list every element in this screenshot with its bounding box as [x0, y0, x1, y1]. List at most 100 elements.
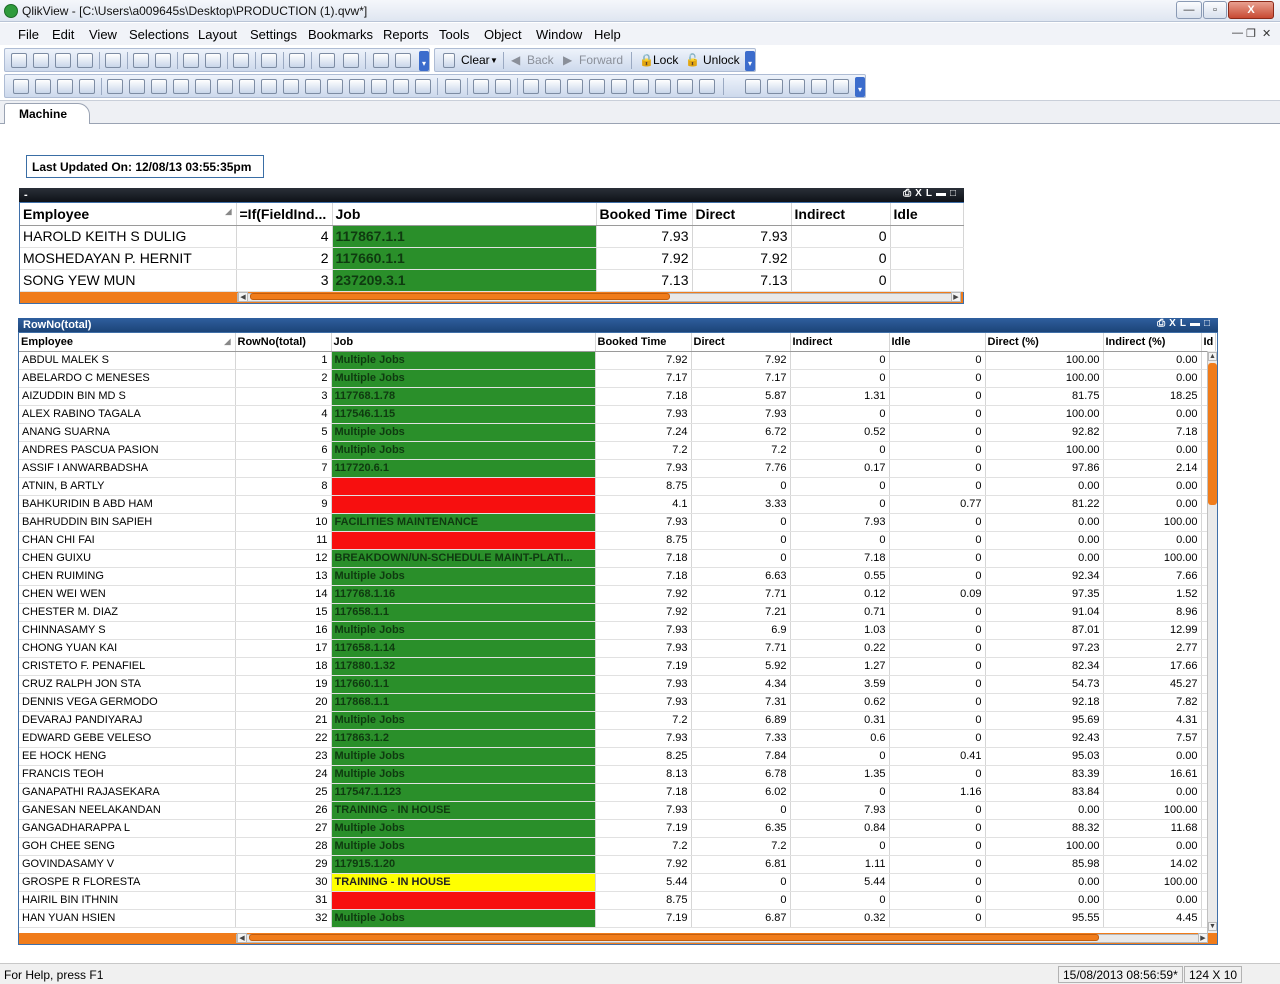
- table-cell[interactable]: 117915.1.20: [331, 855, 596, 874]
- table-row[interactable]: CHEN GUIXU 12 BREAKDOWN/UN-SCHEDULE MAINT-…: [19, 549, 1216, 568]
- table-row[interactable]: CHAN CHI FAI 11 8.75 0 0 0 0.00 0.00: [19, 531, 1216, 550]
- minimize-object-icon[interactable]: ▬: [936, 188, 950, 199]
- search-icon[interactable]: [233, 53, 249, 68]
- table-cell[interactable]: Multiple Jobs: [331, 837, 596, 856]
- table-row[interactable]: CHEN RUIMING 13 Multiple Jobs 7.18 6.63 0.55 0…: [19, 567, 1216, 586]
- scroll-left-arrow-icon[interactable]: ◀: [237, 933, 247, 943]
- table-cell[interactable]: [331, 477, 596, 496]
- table-cell[interactable]: CHONG YUAN KAI: [19, 639, 236, 658]
- column-header-indirect[interactable]: Indirect: [790, 333, 890, 352]
- unlock-button[interactable]: Unlock: [703, 53, 740, 67]
- table-row[interactable]: GROSPE R FLORESTA 30 TRAINING - IN HOUSE 5.…: [19, 873, 1216, 892]
- line-arrow-icon[interactable]: [305, 79, 321, 94]
- table-row[interactable]: FRANCIS TEOH 24 Multiple Jobs 8.13 6.78 1.35 0…: [19, 765, 1216, 784]
- table-cell[interactable]: [331, 531, 596, 550]
- table-cell[interactable]: ASSIF I ANWARBADSHA: [19, 459, 236, 478]
- custom-object-icon[interactable]: [415, 79, 431, 94]
- table-cell[interactable]: HAROLD KEITH S DULIG: [20, 225, 237, 248]
- column-header-direct[interactable]: Direct: [691, 333, 791, 352]
- table-row[interactable]: SONG YEW MUN 3 237209.3.1 7.13 7.13 0: [20, 269, 964, 292]
- table-row[interactable]: ANDRES PASCUA PASION 6 Multiple Jobs 7.2 7.2…: [19, 441, 1216, 460]
- undo-icon[interactable]: [183, 53, 199, 68]
- align-center-icon[interactable]: [545, 79, 561, 94]
- column-header-direct[interactable]: Direct (%): [985, 333, 1104, 352]
- table-cell[interactable]: SONG YEW MUN: [20, 269, 237, 292]
- table-cell[interactable]: MOSHEDAYAN P. HERNIT: [20, 247, 237, 270]
- reload-script-icon[interactable]: [155, 53, 171, 68]
- lock-button[interactable]: Lock: [653, 53, 678, 67]
- minimize-object-icon[interactable]: ▬: [1190, 318, 1204, 329]
- adjust-icon[interactable]: [699, 79, 715, 94]
- table-row[interactable]: DEVARAJ PANDIYARAJ 21 Multiple Jobs 7.2 6.89…: [19, 711, 1216, 730]
- mdi-minimize-icon[interactable]: —: [1232, 27, 1243, 39]
- text-object-icon[interactable]: [283, 79, 299, 94]
- edit-module-icon[interactable]: [789, 79, 805, 94]
- table-cell[interactable]: AIZUDDIN BIN MD S: [19, 387, 236, 406]
- column-header-job[interactable]: Job: [331, 333, 596, 352]
- scroll-thumb[interactable]: [1208, 363, 1217, 505]
- document-properties-icon[interactable]: [745, 79, 761, 94]
- save-icon[interactable]: [77, 53, 93, 68]
- column-header-indirect[interactable]: Indirect (%): [1103, 333, 1202, 352]
- slider-icon[interactable]: [327, 79, 343, 94]
- mdi-restore-icon[interactable]: ❐: [1246, 27, 1256, 40]
- toolbar-overflow-chevron-icon[interactable]: ▾: [855, 77, 865, 97]
- maximize-button[interactable]: ▫: [1203, 1, 1227, 19]
- column-header-idle[interactable]: Idle: [890, 203, 964, 226]
- table-row[interactable]: CHESTER M. DIAZ 15 117658.1.1 7.92 7.21 0.71 0…: [19, 603, 1216, 622]
- menu-help[interactable]: Help: [594, 27, 621, 42]
- menu-object[interactable]: Object: [484, 27, 522, 42]
- table-cell[interactable]: HAIRIL BIN ITHNIN: [19, 891, 236, 910]
- table-cell[interactable]: EDWARD GEBE VELESO: [19, 729, 236, 748]
- table-cell[interactable]: Multiple Jobs: [331, 747, 596, 766]
- column-header-indirect[interactable]: Indirect: [791, 203, 891, 226]
- context-help-icon[interactable]: [395, 53, 411, 68]
- column-header-direct[interactable]: Direct: [692, 203, 792, 226]
- table-cell[interactable]: CHAN CHI FAI: [19, 531, 236, 550]
- table-cell[interactable]: ALEX RABINO TAGALA: [19, 405, 236, 424]
- table2-vertical-scrollbar[interactable]: ▲ ▼: [1207, 351, 1217, 933]
- table-row[interactable]: ABELARDO C MENESES 2 Multiple Jobs 7.17 7.17…: [19, 369, 1216, 388]
- scroll-right-arrow-icon[interactable]: ▶: [1198, 933, 1208, 943]
- table-cell[interactable]: CHEN GUIXU: [19, 549, 236, 568]
- table2-horizontal-scrollbar[interactable]: ◀ ▶: [19, 933, 1217, 944]
- column-header-booked-time[interactable]: Booked Time: [596, 203, 693, 226]
- print-object-icon[interactable]: ⎙: [903, 188, 915, 199]
- menu-reports[interactable]: Reports: [383, 27, 429, 42]
- table-cell[interactable]: ATNIN, B ARTLY: [19, 477, 236, 496]
- table-cell[interactable]: CHEN RUIMING: [19, 567, 236, 586]
- column-header-booked-time[interactable]: Booked Time: [595, 333, 692, 352]
- table-cell[interactable]: ANANG SUARNA: [19, 423, 236, 442]
- maximize-object-icon[interactable]: □: [950, 188, 960, 199]
- table-cell[interactable]: Multiple Jobs: [331, 711, 596, 730]
- space-vertical-icon[interactable]: [677, 79, 693, 94]
- table-cell[interactable]: [331, 495, 596, 514]
- menu-window[interactable]: Window: [536, 27, 582, 42]
- menu-bookmarks[interactable]: Bookmarks: [308, 27, 373, 42]
- table-cell[interactable]: TRAINING - IN HOUSE: [331, 801, 596, 820]
- table-row[interactable]: CRUZ RALPH JON STA 19 117660.1.1 7.93 4.34 3.…: [19, 675, 1216, 694]
- table-cell[interactable]: 117868.1.1: [331, 693, 596, 712]
- search-object-icon[interactable]: [371, 79, 387, 94]
- clear-icon[interactable]: [443, 53, 455, 68]
- scroll-thumb[interactable]: [249, 934, 1099, 941]
- table-cell[interactable]: EE HOCK HENG: [19, 747, 236, 766]
- table-cell[interactable]: 117768.1.16: [331, 585, 596, 604]
- table-cell[interactable]: Multiple Jobs: [331, 369, 596, 388]
- scroll-left-arrow-icon[interactable]: ◀: [238, 292, 248, 302]
- sort-arrow-icon[interactable]: ◢: [224, 337, 230, 346]
- table1-caption[interactable]: - ⎙XL▬□: [19, 188, 964, 202]
- print-icon[interactable]: [105, 53, 121, 68]
- table-row[interactable]: GOH CHEE SENG 28 Multiple Jobs 7.2 7.2 0 0 100.…: [19, 837, 1216, 856]
- edit-script-icon[interactable]: [133, 53, 149, 68]
- table-cell[interactable]: DEVARAJ PANDIYARAJ: [19, 711, 236, 730]
- scroll-thumb[interactable]: [250, 293, 670, 300]
- table-cell[interactable]: GOVINDASAMY V: [19, 855, 236, 874]
- sheet-properties-icon[interactable]: [767, 79, 783, 94]
- table-row[interactable]: GOVINDASAMY V 29 117915.1.20 7.92 6.81 1.11 0 8…: [19, 855, 1216, 874]
- button-object-icon[interactable]: [261, 79, 277, 94]
- close-button[interactable]: X: [1228, 1, 1274, 19]
- expression-overview-icon[interactable]: [833, 79, 849, 94]
- list-box-icon[interactable]: [107, 79, 123, 94]
- column-header-rowno-total[interactable]: RowNo(total): [235, 333, 332, 352]
